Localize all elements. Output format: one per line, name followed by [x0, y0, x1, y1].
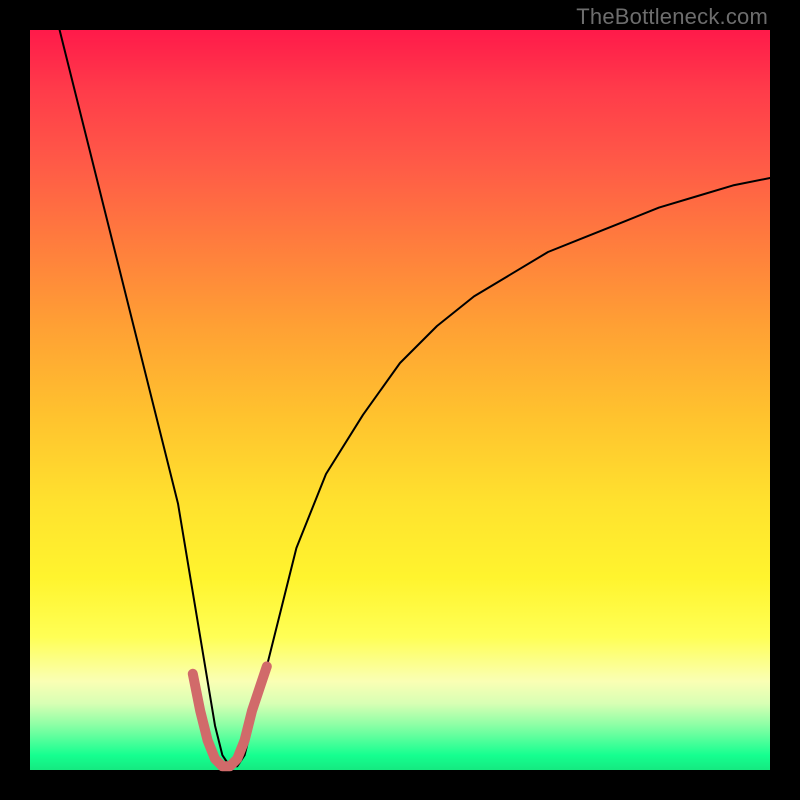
highlight-segment — [193, 666, 267, 766]
watermark-text: TheBottleneck.com — [576, 4, 768, 30]
bottleneck-curve — [60, 30, 770, 766]
chart-frame — [30, 30, 770, 770]
chart-svg — [30, 30, 770, 770]
